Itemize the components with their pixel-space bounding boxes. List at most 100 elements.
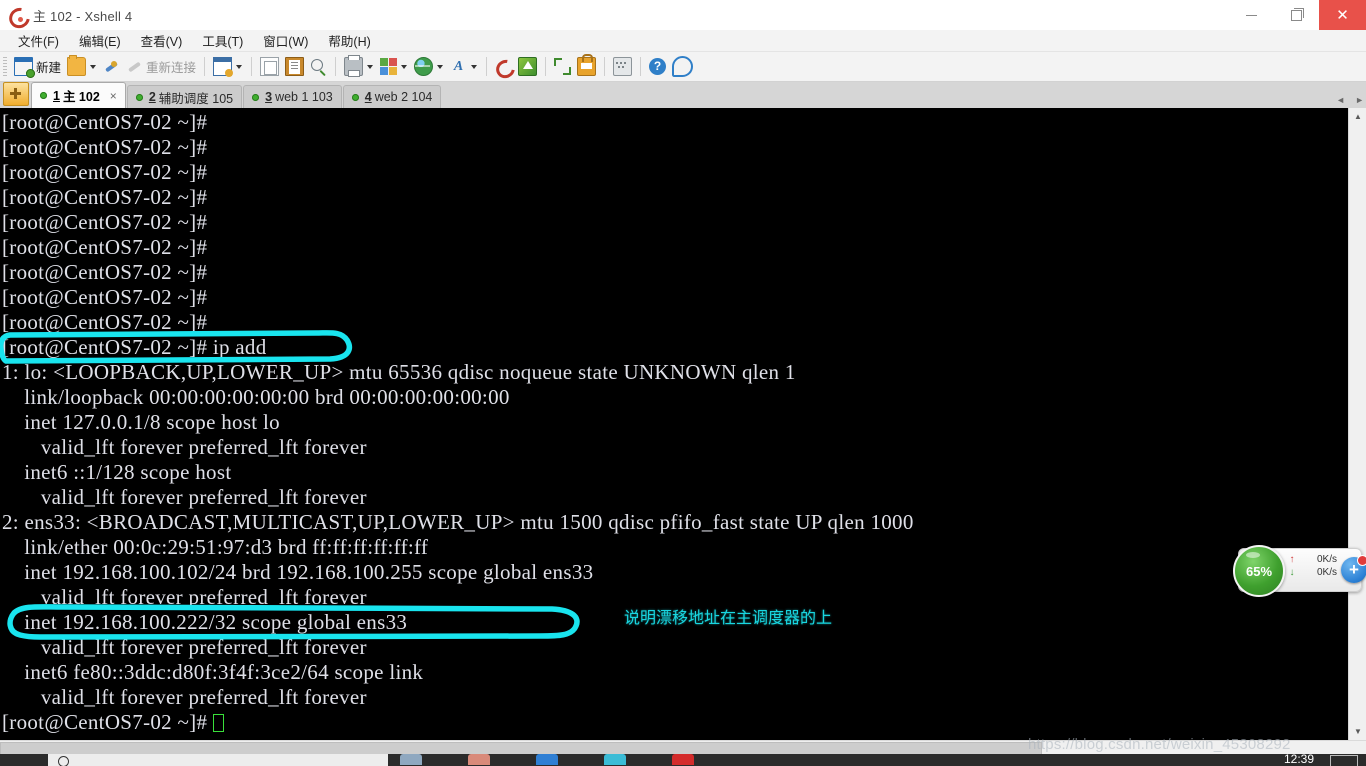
terminal-line: inet6 fe80::3ddc:d80f:3f4f:3ce2/64 scope… bbox=[2, 660, 424, 684]
maximize-restore-button[interactable] bbox=[1274, 0, 1319, 30]
font-icon: A bbox=[453, 59, 464, 74]
terminal-screen[interactable]: [root@CentOS7-02 ~]# [root@CentOS7-02 ~]… bbox=[0, 108, 1348, 740]
properties-icon bbox=[213, 57, 234, 77]
download-speed-row: ↓ 0K/s bbox=[1287, 567, 1338, 578]
toolbar-divider bbox=[251, 57, 253, 76]
palette-icon bbox=[380, 58, 397, 75]
terminal-line: 1: lo: <LOOPBACK,UP,LOWER_UP> mtu 65536 … bbox=[2, 360, 796, 384]
terminal-line: valid_lft forever preferred_lft forever bbox=[2, 685, 367, 709]
menu-view[interactable]: 查看(V) bbox=[131, 29, 193, 52]
chevron-down-icon[interactable] bbox=[367, 64, 374, 69]
lock-button[interactable] bbox=[574, 54, 599, 79]
tab-scroll-controls: ◄ ► bbox=[1336, 95, 1364, 105]
paste-button[interactable] bbox=[282, 55, 307, 79]
download-speed-value: 0K/s bbox=[1316, 567, 1337, 578]
tab-session-3[interactable]: 3 web 1 103 bbox=[243, 85, 342, 108]
toolbar-divider bbox=[335, 57, 337, 76]
font-button[interactable]: A bbox=[447, 55, 481, 79]
chevron-down-icon[interactable] bbox=[437, 64, 444, 69]
help-button[interactable]: ? bbox=[646, 55, 669, 79]
chevron-down-icon[interactable] bbox=[401, 64, 408, 69]
tab-session-4[interactable]: 4 web 2 104 bbox=[342, 85, 442, 108]
gauge-highlight bbox=[1246, 552, 1260, 558]
new-session-button[interactable]: 新建 bbox=[11, 55, 64, 79]
scroll-up-icon[interactable]: ▲ bbox=[1349, 108, 1366, 125]
taskbar-app-icon[interactable] bbox=[604, 754, 626, 765]
network-speed-widget[interactable]: 65% ↑ 0K/s ↓ 0K/s + bbox=[1233, 545, 1366, 597]
cpu-usage-gauge[interactable]: 65% bbox=[1233, 545, 1285, 597]
tab-number: 1 bbox=[53, 88, 60, 103]
reconnect-button[interactable]: 重新连接 bbox=[123, 55, 199, 79]
taskbar-app-icon[interactable] bbox=[536, 754, 558, 765]
taskbar-search-input[interactable] bbox=[48, 754, 388, 766]
upload-speed-row: ↑ 0K/s bbox=[1287, 554, 1338, 565]
prompt-text: [root@CentOS7-02 ~]# bbox=[2, 710, 213, 734]
tab-label: 辅助调度 105 bbox=[158, 91, 234, 106]
fullscreen-icon bbox=[554, 58, 572, 75]
terminal-line: 2: ens33: <BROADCAST,MULTICAST,UP,LOWER_… bbox=[2, 510, 914, 534]
encoding-button[interactable] bbox=[411, 55, 447, 79]
plug-connect-icon bbox=[103, 58, 120, 75]
printer-icon bbox=[344, 55, 364, 77]
add-widget-button[interactable]: + bbox=[1341, 555, 1366, 583]
terminal-line: [root@CentOS7-02 ~]# bbox=[2, 135, 208, 159]
toolbar: 新建 重新连接 A ? bbox=[0, 52, 1366, 82]
tab-bar: 1 主 102 × 2 辅助调度 105 3 web 1 103 4 web 2… bbox=[0, 82, 1366, 108]
open-sessions-button[interactable] bbox=[64, 55, 100, 79]
menu-edit[interactable]: 编辑(E) bbox=[69, 29, 131, 52]
terminal-command-line: [root@CentOS7-02 ~]# ip add bbox=[2, 335, 267, 359]
close-icon: ✕ bbox=[1336, 6, 1349, 24]
speed-readouts: ↑ 0K/s ↓ 0K/s bbox=[1287, 554, 1338, 578]
minimize-button[interactable] bbox=[1229, 0, 1274, 30]
block-cursor bbox=[212, 714, 224, 732]
feedback-button[interactable] bbox=[669, 55, 696, 79]
find-button[interactable] bbox=[307, 55, 330, 79]
new-xshell-button[interactable] bbox=[492, 55, 515, 79]
chevron-down-icon[interactable] bbox=[471, 64, 478, 69]
new-xftp-button[interactable] bbox=[515, 55, 540, 79]
color-scheme-button[interactable] bbox=[377, 55, 411, 79]
terminal-line: valid_lft forever preferred_lft forever bbox=[2, 635, 367, 659]
toolbar-grip[interactable] bbox=[3, 56, 7, 77]
connect-button[interactable] bbox=[100, 55, 123, 79]
menu-window[interactable]: 窗口(W) bbox=[253, 29, 318, 52]
toolbar-divider bbox=[545, 57, 547, 76]
session-properties-button[interactable] bbox=[210, 55, 246, 79]
taskbar-clock[interactable]: 12:39 bbox=[1284, 752, 1314, 766]
terminal-line: link/ether 00:0c:29:51:97:d3 brd ff:ff:f… bbox=[2, 535, 429, 559]
tab-session-1[interactable]: 1 主 102 × bbox=[31, 82, 126, 108]
close-button[interactable]: ✕ bbox=[1319, 0, 1366, 30]
scroll-down-icon[interactable]: ▼ bbox=[1349, 723, 1366, 740]
taskbar-tray-box[interactable] bbox=[1330, 755, 1358, 766]
terminal-vertical-scrollbar[interactable]: ▲ ▼ bbox=[1348, 108, 1366, 740]
taskbar-app-icon[interactable] bbox=[468, 754, 490, 765]
menu-help[interactable]: 帮助(H) bbox=[318, 29, 380, 52]
print-button[interactable] bbox=[341, 55, 377, 79]
chevron-down-icon[interactable] bbox=[90, 64, 97, 69]
terminal-prompt-line: [root@CentOS7-02 ~]# bbox=[2, 710, 914, 735]
new-tab-button[interactable] bbox=[3, 82, 29, 106]
connected-status-icon bbox=[252, 93, 260, 101]
chat-bubble-icon bbox=[672, 56, 694, 77]
cpu-usage-value: 65% bbox=[1245, 563, 1273, 579]
tab-session-2[interactable]: 2 辅助调度 105 bbox=[126, 85, 243, 108]
tab-scroll-left-icon[interactable]: ◄ bbox=[1336, 95, 1345, 105]
tab-label: web 2 104 bbox=[374, 90, 433, 104]
copy-button[interactable] bbox=[257, 55, 282, 79]
chevron-down-icon[interactable] bbox=[236, 64, 243, 69]
menu-tools[interactable]: 工具(T) bbox=[192, 29, 253, 52]
compose-bar-button[interactable] bbox=[610, 55, 635, 79]
xftp-icon bbox=[518, 57, 538, 76]
start-button[interactable] bbox=[0, 754, 48, 766]
toolbar-divider bbox=[204, 57, 206, 76]
menu-file[interactable]: 文件(F) bbox=[8, 29, 69, 52]
reconnect-label: 重新连接 bbox=[146, 61, 197, 75]
fullscreen-button[interactable] bbox=[551, 55, 574, 79]
taskbar-app-icon[interactable] bbox=[400, 754, 422, 765]
tab-number: 4 bbox=[364, 90, 372, 104]
tab-scroll-right-icon[interactable]: ► bbox=[1355, 95, 1364, 105]
tab-close-icon[interactable]: × bbox=[110, 89, 117, 103]
menu-bar: 文件(F) 编辑(E) 查看(V) 工具(T) 窗口(W) 帮助(H) bbox=[0, 30, 1366, 52]
terminal-line: [root@CentOS7-02 ~]# bbox=[2, 185, 208, 209]
taskbar-app-icon[interactable] bbox=[672, 754, 694, 765]
